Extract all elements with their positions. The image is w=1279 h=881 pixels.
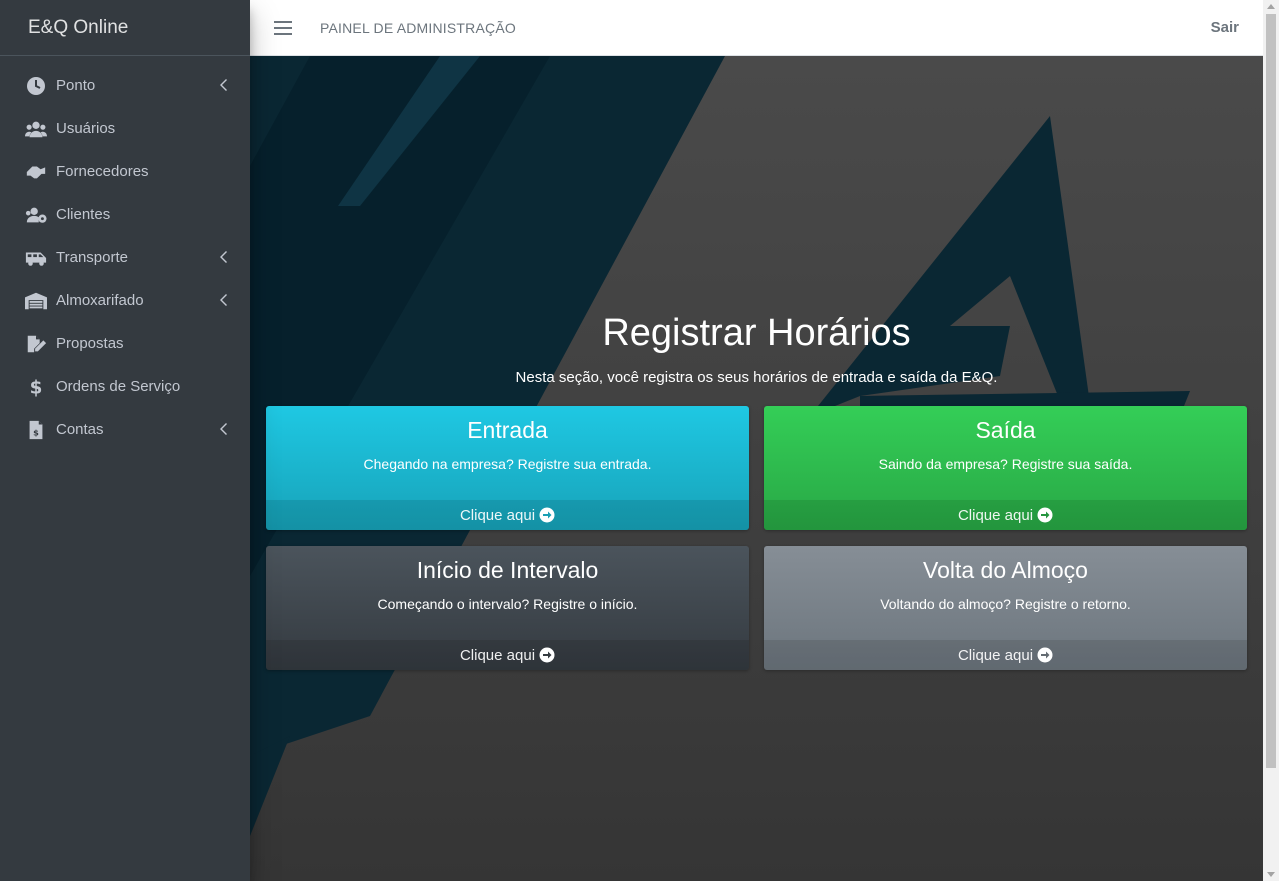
arrow-circle-right-icon [539, 507, 555, 523]
sidebar-item-label: Almoxarifado [56, 292, 144, 309]
card-text: Chegando na empresa? Registre sua entrad… [363, 456, 652, 472]
arrow-circle-right-icon [1037, 507, 1053, 523]
card-footer-label: Clique aqui [459, 646, 536, 664]
volta-almoco-link[interactable]: Clique aqui [764, 640, 1247, 670]
chevron-left-icon [218, 422, 228, 436]
inicio-intervalo-link[interactable]: Clique aqui [266, 640, 749, 670]
brand-link[interactable]: E&Q Online [0, 0, 250, 56]
sidebar-item-label: Transporte [56, 249, 128, 266]
card-title: Saída [975, 417, 1036, 443]
chevron-left-icon [218, 250, 228, 264]
scroll-down-arrow[interactable] [1267, 872, 1275, 877]
warehouse-icon [24, 291, 48, 311]
sidebar-item-fornecedores[interactable]: Fornecedores [0, 150, 250, 193]
admin-panel-title: PAINEL DE ADMINISTRAÇÃO [320, 19, 516, 36]
file-signature-icon [24, 334, 48, 354]
card-footer-label: Clique aqui [957, 506, 1034, 524]
sidebar-item-transporte[interactable]: Transporte [0, 236, 250, 279]
card-title: Entrada [467, 417, 548, 443]
page-title: Registrar Horários [602, 312, 911, 354]
sidebar-item-propostas[interactable]: Propostas [0, 322, 250, 365]
sidebar: E&Q Online Ponto Usuários Fornecedores C… [0, 0, 250, 881]
card-text: Saindo da empresa? Registre sua saída. [878, 456, 1133, 472]
arrow-circle-right-icon [539, 647, 555, 663]
sidebar-item-label: Clientes [56, 206, 111, 223]
arrow-circle-right-icon [1037, 647, 1053, 663]
card-inicio-intervalo: Início de Intervalo Começando o interval… [266, 546, 749, 670]
page-subtitle: Nesta seção, você registra os seus horár… [515, 369, 998, 386]
main-content: Registrar Horários Nesta seção, você reg… [250, 56, 1263, 881]
sidebar-item-label: Propostas [56, 335, 124, 352]
shuttle-van-icon [24, 248, 48, 268]
top-navbar: PAINEL DE ADMINISTRAÇÃO Sair [250, 0, 1263, 56]
file-invoice-dollar-icon: $ [24, 420, 48, 440]
card-volta-almoco: Volta do Almoço Voltando do almoço? Regi… [764, 546, 1247, 670]
card-footer-label: Clique aqui [459, 506, 536, 524]
sidebar-item-usuarios[interactable]: Usuários [0, 107, 250, 150]
card-text: Voltando do almoço? Registre o retorno. [880, 596, 1131, 612]
sidebar-item-label: Ponto [56, 77, 96, 94]
sidebar-item-label: Ordens de Serviço [56, 378, 181, 395]
brand-text: E&Q Online [28, 16, 129, 38]
sidebar-nav: Ponto Usuários Fornecedores Clientes Tra… [0, 56, 250, 451]
card-saida: Saída Saindo da empresa? Registre sua sa… [764, 406, 1247, 530]
vertical-scrollbar[interactable] [1263, 0, 1279, 881]
handshake-icon [24, 162, 48, 182]
chevron-left-icon [218, 293, 228, 307]
sidebar-item-ordens-de-servico[interactable]: $ Ordens de Serviço [0, 365, 250, 408]
card-title: Volta do Almoço [923, 557, 1088, 583]
sidebar-item-ponto[interactable]: Ponto [0, 64, 250, 107]
saida-link[interactable]: Clique aqui [764, 500, 1247, 530]
scrollbar-thumb[interactable] [1266, 14, 1276, 768]
card-text: Começando o intervalo? Registre o início… [377, 596, 638, 612]
scroll-up-arrow[interactable] [1267, 4, 1275, 9]
users-icon [24, 119, 48, 139]
card-entrada: Entrada Chegando na empresa? Registre su… [266, 406, 749, 530]
logout-link[interactable]: Sair [1211, 19, 1239, 36]
sidebar-item-almoxarifado[interactable]: Almoxarifado [0, 279, 250, 322]
dollar-sign-icon: $ [24, 377, 48, 397]
card-footer-label: Clique aqui [957, 646, 1034, 664]
entrada-link[interactable]: Clique aqui [266, 500, 749, 530]
sidebar-item-clientes[interactable]: Clientes [0, 193, 250, 236]
users-gear-icon [24, 205, 48, 225]
svg-text:$: $ [30, 377, 43, 397]
sidebar-item-label: Fornecedores [56, 163, 149, 180]
clock-icon [24, 76, 48, 96]
sidebar-item-contas[interactable]: $ Contas [0, 408, 250, 451]
svg-text:$: $ [33, 427, 39, 437]
hamburger-menu-icon[interactable] [274, 20, 292, 35]
card-title: Início de Intervalo [416, 557, 599, 583]
sidebar-item-label: Usuários [56, 120, 116, 137]
chevron-left-icon [218, 78, 228, 92]
sidebar-item-label: Contas [56, 421, 104, 438]
